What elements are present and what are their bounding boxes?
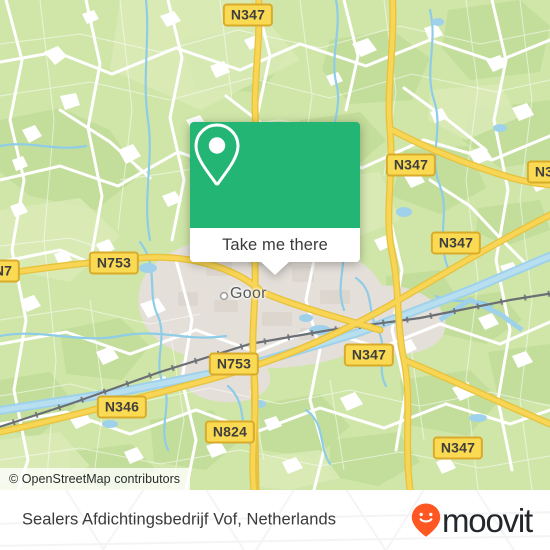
- road-shield: N7: [0, 259, 21, 283]
- road-shield: N347: [385, 153, 437, 177]
- callout-action-panel[interactable]: Take me there: [190, 228, 360, 275]
- moovit-pin-smiley-icon: [411, 503, 441, 537]
- place-title: Sealers Afdichtingsbedrijf Vof, Netherla…: [22, 510, 336, 529]
- road-shield: N824: [204, 420, 256, 444]
- road-shield: N347: [343, 343, 395, 367]
- road-shield: N753: [208, 352, 260, 376]
- map-screenshot-root: Goor N347 N347 N3 N347 N753 N7 N753 N347 N346 N82…: [0, 0, 550, 550]
- take-me-there-callout[interactable]: Take me there: [190, 122, 360, 275]
- osm-attribution-text: © OpenStreetMap contributors: [9, 472, 181, 486]
- road-shield: N346: [96, 395, 148, 419]
- osm-attribution[interactable]: © OpenStreetMap contributors: [0, 468, 191, 490]
- take-me-there-label: Take me there: [222, 235, 328, 254]
- map-canvas[interactable]: Goor N347 N347 N3 N347 N753 N7 N753 N347 N346 N82…: [0, 0, 550, 490]
- moovit-logo[interactable]: moovit: [411, 501, 533, 539]
- road-shield: N347: [430, 231, 482, 255]
- map-label-goor: Goor: [230, 285, 267, 302]
- callout-tail-pointer: [261, 262, 289, 275]
- road-shield: N753: [88, 251, 140, 275]
- callout-icon-panel: [190, 122, 360, 228]
- city-marker-dot: [219, 291, 229, 301]
- moovit-wordmark: moovit: [442, 501, 533, 539]
- road-shield: N347: [432, 436, 484, 460]
- bottom-info-bar: Sealers Afdichtingsbedrijf Vof, Netherla…: [0, 490, 550, 550]
- road-shield: N347: [222, 3, 274, 27]
- road-shield: N3: [526, 160, 550, 184]
